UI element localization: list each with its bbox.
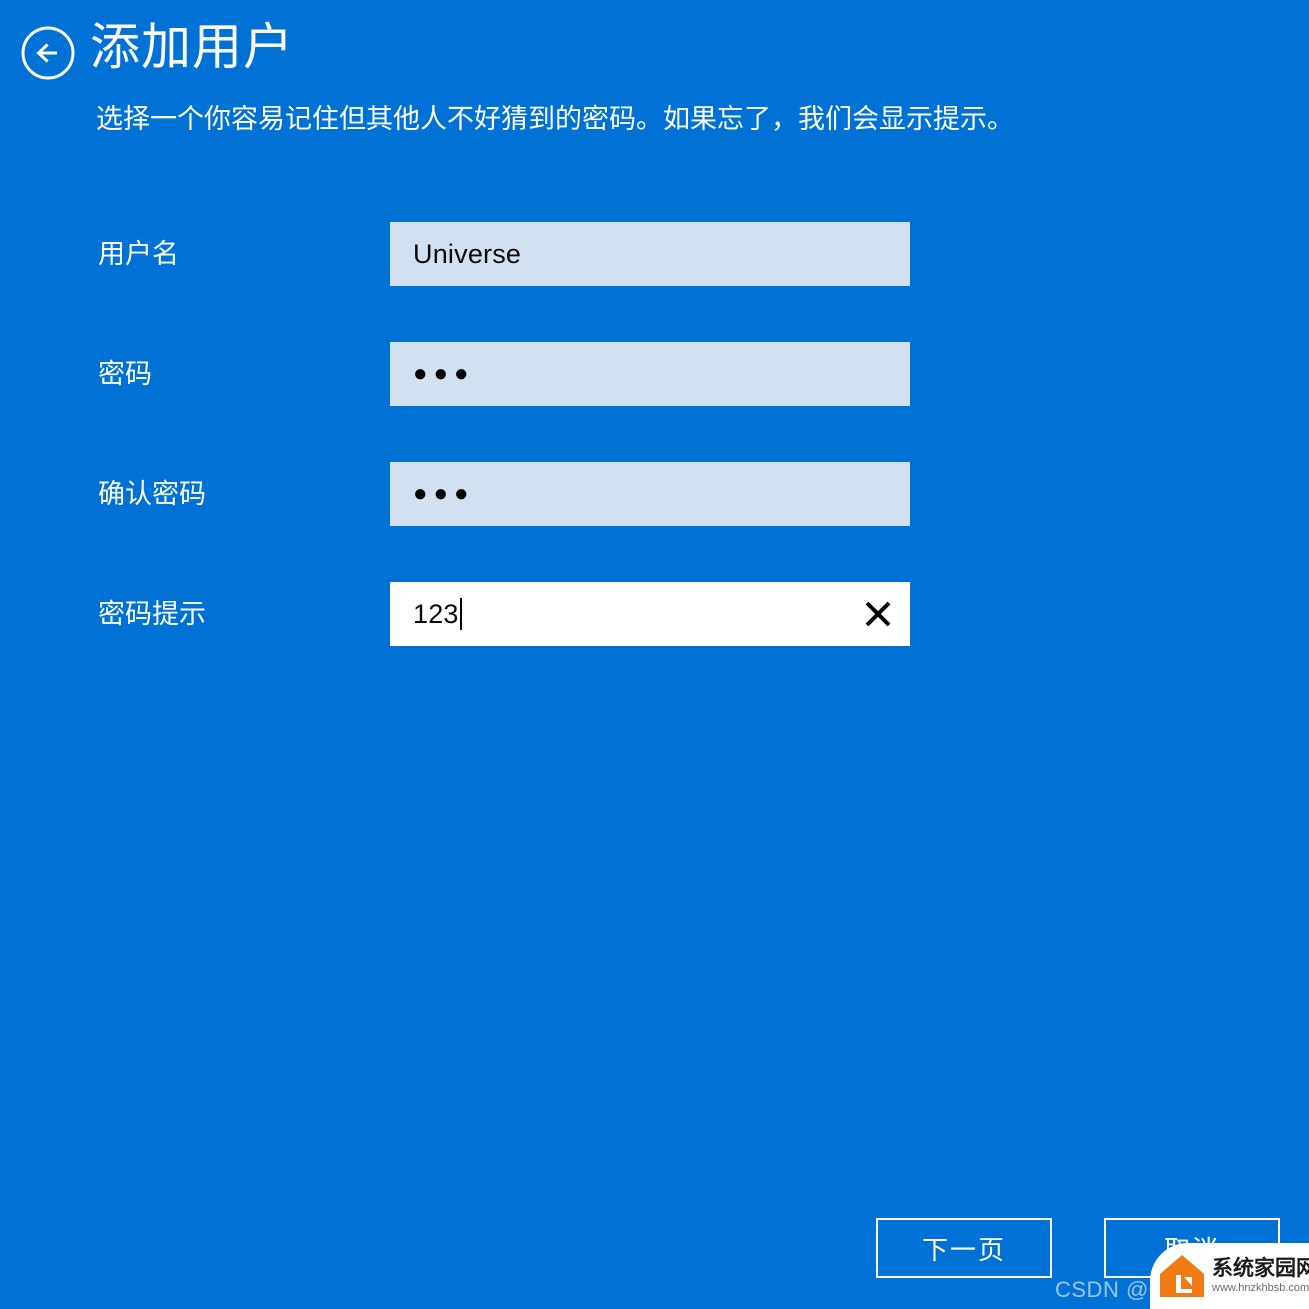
clear-password-hint-button[interactable] [858, 594, 898, 634]
site-watermark: 系统家园网 www.hnzkhbsb.com [1150, 1243, 1309, 1309]
dialog-footer: 下一页 取消 [0, 1218, 1309, 1280]
input-username-value: Universe [413, 239, 522, 269]
form-row-confirm-password: 确认密码 ●●● [0, 462, 1309, 526]
dialog-header: 添加用户 选择一个你容易记住但其他人不好猜到的密码。如果忘了，我们会显示提示。 [0, 0, 1309, 160]
label-password-hint: 密码提示 [98, 599, 206, 629]
site-name: 系统家园网 [1212, 1257, 1309, 1280]
site-logo-icon [1158, 1253, 1206, 1299]
input-username[interactable]: Universe [390, 222, 910, 286]
label-username: 用户名 [98, 239, 179, 269]
form-row-password: 密码 ●●● [0, 342, 1309, 406]
page-title: 添加用户 [90, 19, 294, 75]
site-watermark-text: 系统家园网 www.hnzkhbsb.com [1212, 1258, 1309, 1294]
text-caret [459, 598, 462, 630]
clear-x-icon [865, 601, 891, 627]
label-confirm-password: 确认密码 [98, 479, 206, 509]
label-password: 密码 [98, 359, 152, 389]
site-url: www.hnzkhbsb.com [1212, 1282, 1309, 1294]
input-password-hint-value: 123 [413, 599, 459, 629]
input-confirm-password[interactable]: ●●● [390, 462, 910, 526]
input-confirm-password-value: ●●● [413, 480, 475, 507]
input-password[interactable]: ●●● [390, 342, 910, 406]
form-row-username: 用户名 Universe [0, 222, 1309, 286]
input-password-value: ●●● [413, 360, 475, 387]
back-arrow-circle-icon [21, 26, 75, 80]
form-row-password-hint: 密码提示 123 [0, 582, 1309, 646]
page-subtitle: 选择一个你容易记住但其他人不好猜到的密码。如果忘了，我们会显示提示。 [96, 104, 1014, 134]
input-password-hint[interactable]: 123 [390, 582, 910, 646]
add-user-dialog: 添加用户 选择一个你容易记住但其他人不好猜到的密码。如果忘了，我们会显示提示。 … [0, 0, 1309, 1309]
back-button[interactable] [20, 25, 76, 81]
next-button[interactable]: 下一页 [876, 1218, 1052, 1278]
